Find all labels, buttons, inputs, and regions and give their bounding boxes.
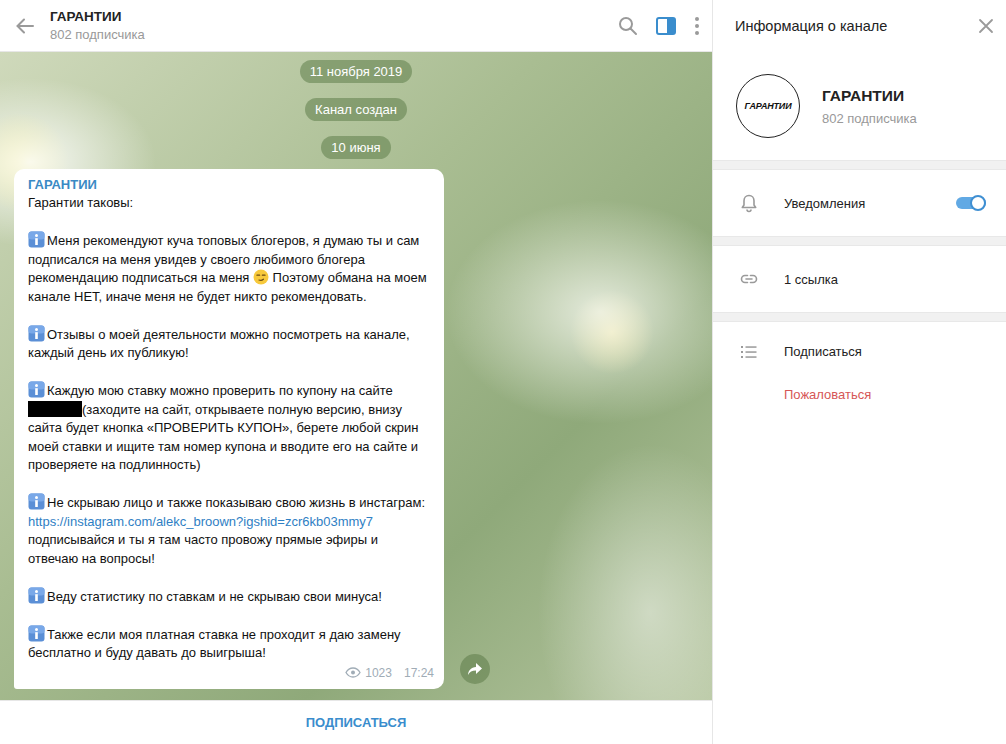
action-list: Подписаться Пожаловаться: [784, 342, 871, 402]
list-icon: [739, 342, 759, 402]
smirk-emoji-icon: [253, 269, 269, 285]
message-meta: 1023 17:24: [345, 664, 434, 683]
message-paragraph: Меня рекомендуют куча топовых блогеров, …: [28, 231, 430, 306]
forward-button[interactable]: [460, 654, 490, 684]
message-text: Веду статистику по ставкам и не скрываю …: [47, 589, 382, 604]
notifications-toggle[interactable]: [956, 195, 986, 211]
message-bubble: ГАРАНТИИГарантии таковы: Меня рекомендуют…: [14, 169, 444, 690]
more-icon[interactable]: [694, 16, 700, 36]
avatar-text: ГАРАНТИИ: [745, 101, 792, 111]
channel-name: ГАРАНТИИ: [822, 87, 917, 105]
instagram-link[interactable]: https://instagram.com/alekc_broown?igshi…: [28, 514, 373, 529]
eye-icon: [345, 667, 361, 678]
subscriber-count: 802 подписчика: [50, 27, 604, 42]
channel-name-block: ГАРАНТИИ 802 подписчика: [822, 87, 917, 126]
search-icon[interactable]: [618, 16, 638, 36]
service-message: 11 ноября 2019: [300, 60, 413, 83]
message-paragraph: Не скрываю лицо и также показываю свою ж…: [28, 493, 430, 568]
info-icon: [28, 493, 45, 510]
info-icon: [28, 231, 45, 248]
notifications-row: Уведомления: [713, 170, 1006, 236]
chat-pane: ГАРАНТИИ 802 подписчика 11 ноября 2019 Кана…: [0, 0, 713, 744]
close-icon[interactable]: [978, 18, 994, 34]
message-text: Отзывы о моей деятельности можно посмотр…: [28, 327, 410, 361]
channel-profile: ГАРАНТИИ ГАРАНТИИ 802 подписчика: [713, 52, 1006, 160]
message-time: 17:24: [404, 664, 434, 683]
message-intro: Гарантии таковы:: [28, 194, 430, 213]
message-text: (заходите на сайт, открываете полную вер…: [28, 402, 419, 473]
message-text: Также если моя платная ставка не проходи…: [28, 627, 401, 661]
message-row: ГАРАНТИИГарантии таковы: Меня рекомендуют…: [14, 169, 712, 690]
section-divider: [713, 236, 1006, 246]
channel-subscribers: 802 подписчика: [822, 111, 917, 126]
service-message: Канал создан: [305, 98, 407, 121]
back-arrow-icon[interactable]: [14, 15, 36, 37]
info-icon: [28, 325, 45, 342]
header-actions: [618, 16, 700, 36]
view-count: 1023: [365, 664, 392, 683]
notifications-label: Уведомления: [784, 196, 931, 211]
section-divider: [713, 312, 1006, 322]
info-icon: [28, 587, 45, 604]
bell-icon: [739, 193, 759, 213]
service-messages: 11 ноября 2019 Канал создан 10 июня: [14, 60, 712, 159]
info-icon: [28, 625, 45, 642]
sidebar-toggle-icon[interactable]: [656, 17, 676, 35]
action-item[interactable]: Пожаловаться: [784, 387, 871, 402]
message-area: 11 ноября 2019 Канал создан 10 июня ГАРАНТИ…: [0, 52, 712, 700]
telegram-window: ГАРАНТИИ 802 подписчика 11 ноября 2019 Кана…: [0, 0, 1006, 744]
subscribe-bar: ПОДПИСАТЬСЯ: [0, 700, 712, 744]
panel-header: Информация о канале: [713, 0, 1006, 52]
message-paragraph: Также если моя платная ставка не проходи…: [28, 625, 430, 663]
meta-spacer: [266, 656, 362, 657]
message-text: Не скрываю лицо и также показываю свою ж…: [47, 495, 425, 510]
section-divider: [713, 160, 1006, 170]
actions-section: Подписаться Пожаловаться: [713, 322, 1006, 402]
message-paragraph: Каждую мою ставку можно проверить по куп…: [28, 381, 430, 475]
service-message: 10 июня: [321, 136, 390, 159]
message-paragraph: Веду статистику по ставкам и не скрываю …: [28, 587, 430, 607]
panel-title: Информация о канале: [735, 18, 887, 34]
chat-title[interactable]: ГАРАНТИИ: [50, 9, 604, 24]
action-item[interactable]: Подписаться: [784, 344, 871, 359]
link-icon: [739, 269, 759, 289]
message-text: подписывайся и ты я там часто провожу пр…: [28, 532, 378, 566]
toggle-knob: [970, 195, 986, 211]
message-author[interactable]: ГАРАНТИИ: [28, 176, 430, 195]
message-text: Каждую мою ставку можно проверить по куп…: [47, 383, 393, 398]
info-icon: [28, 381, 45, 398]
redacted-site-name: [28, 401, 82, 417]
subscribe-button[interactable]: ПОДПИСАТЬСЯ: [294, 709, 419, 736]
forward-icon[interactable]: [467, 662, 483, 676]
links-row[interactable]: 1 ссылка: [713, 246, 1006, 312]
chat-header: ГАРАНТИИ 802 подписчика: [0, 0, 712, 52]
channel-info-panel: Информация о канале ГАРАНТИИ ГАРАНТИИ 802 п…: [713, 0, 1006, 744]
chat-title-block[interactable]: ГАРАНТИИ 802 подписчика: [50, 9, 604, 42]
links-label[interactable]: 1 ссылка: [784, 272, 986, 287]
channel-avatar[interactable]: ГАРАНТИИ: [736, 74, 800, 138]
message-paragraph: Отзывы о моей деятельности можно посмотр…: [28, 325, 430, 363]
